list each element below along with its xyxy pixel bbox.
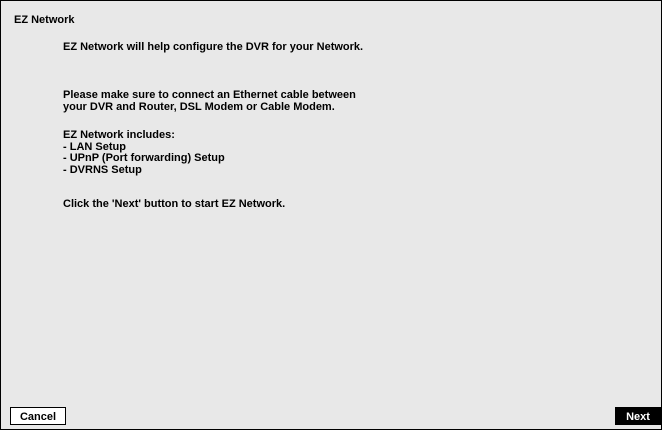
ez-network-dialog: EZ Network EZ Network will help configur… [0,0,662,430]
cancel-button[interactable]: Cancel [10,407,66,425]
dialog-title: EZ Network [14,14,75,26]
includes-heading: EZ Network includes: [63,129,175,141]
instruction-text: Click the 'Next' button to start EZ Netw… [63,198,286,210]
intro-text: EZ Network will help configure the DVR f… [63,41,364,53]
connect-instructions: Please make sure to connect an Ethernet … [63,89,356,113]
connect-line-1: Please make sure to connect an Ethernet … [63,89,356,101]
includes-item-dvrns: - DVRNS Setup [63,163,142,176]
includes-item-upnp: - UPnP (Port forwarding) Setup [63,152,225,164]
instruction-block: Click the 'Next' button to start EZ Netw… [63,198,286,211]
next-button[interactable]: Next [615,407,661,425]
includes-list: EZ Network includes: - LAN Setup - UPnP … [63,129,225,176]
connect-line-2: your DVR and Router, DSL Modem or Cable … [63,100,335,113]
intro-text-block: EZ Network will help configure the DVR f… [63,41,364,54]
